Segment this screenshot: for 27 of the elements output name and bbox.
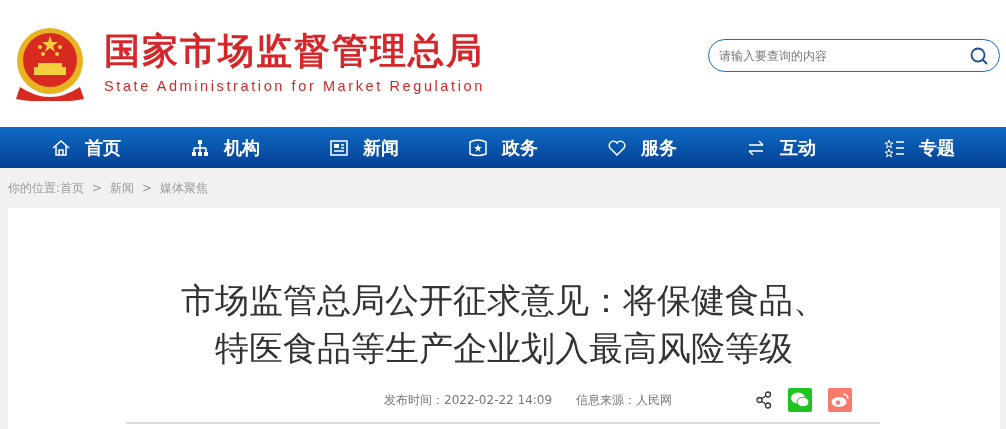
share-icon[interactable] <box>756 391 772 409</box>
nav-link[interactable]: 政务 <box>468 134 538 161</box>
wechat-share-button[interactable] <box>788 388 812 412</box>
site-subtitle: State Administration for Market Regulation <box>104 79 485 94</box>
site-title: 国家市场监督管理总局 <box>104 33 485 70</box>
nav-link[interactable]: 服务 <box>607 134 678 161</box>
shield-star-icon <box>468 137 488 158</box>
news-source: 信息来源：人民网 <box>576 392 673 409</box>
hierarchy-icon <box>189 137 210 158</box>
star-list-icon <box>885 137 906 158</box>
home-icon <box>50 137 71 158</box>
chat-bubbles-icon <box>790 392 810 408</box>
publish-time: 发布时间：2022-02-22 14:09 <box>384 392 553 409</box>
nav-link[interactable]: 机构 <box>189 134 260 161</box>
newspaper-icon <box>328 137 349 158</box>
search-icon <box>970 47 988 65</box>
breadcrumb-separator: > <box>142 180 153 197</box>
breadcrumb-separator: > <box>92 180 103 197</box>
nav-link[interactable]: 互动 <box>746 134 817 161</box>
weibo-share-button[interactable] <box>828 388 852 412</box>
heart-icon <box>607 137 628 158</box>
breadcrumb-label: 你的位置: <box>8 180 61 197</box>
search-field[interactable]: 请输入要查询的内容 <box>708 39 1000 72</box>
article-title: 市场监管总局公开征求意见：将保健食品、 特医食品等生产企业划入最高风险等级 <box>180 279 828 370</box>
nav-link[interactable]: 首页 <box>50 134 121 161</box>
nav-link[interactable]: 新闻 <box>328 134 399 161</box>
nav-link[interactable]: 专题 <box>885 134 956 161</box>
